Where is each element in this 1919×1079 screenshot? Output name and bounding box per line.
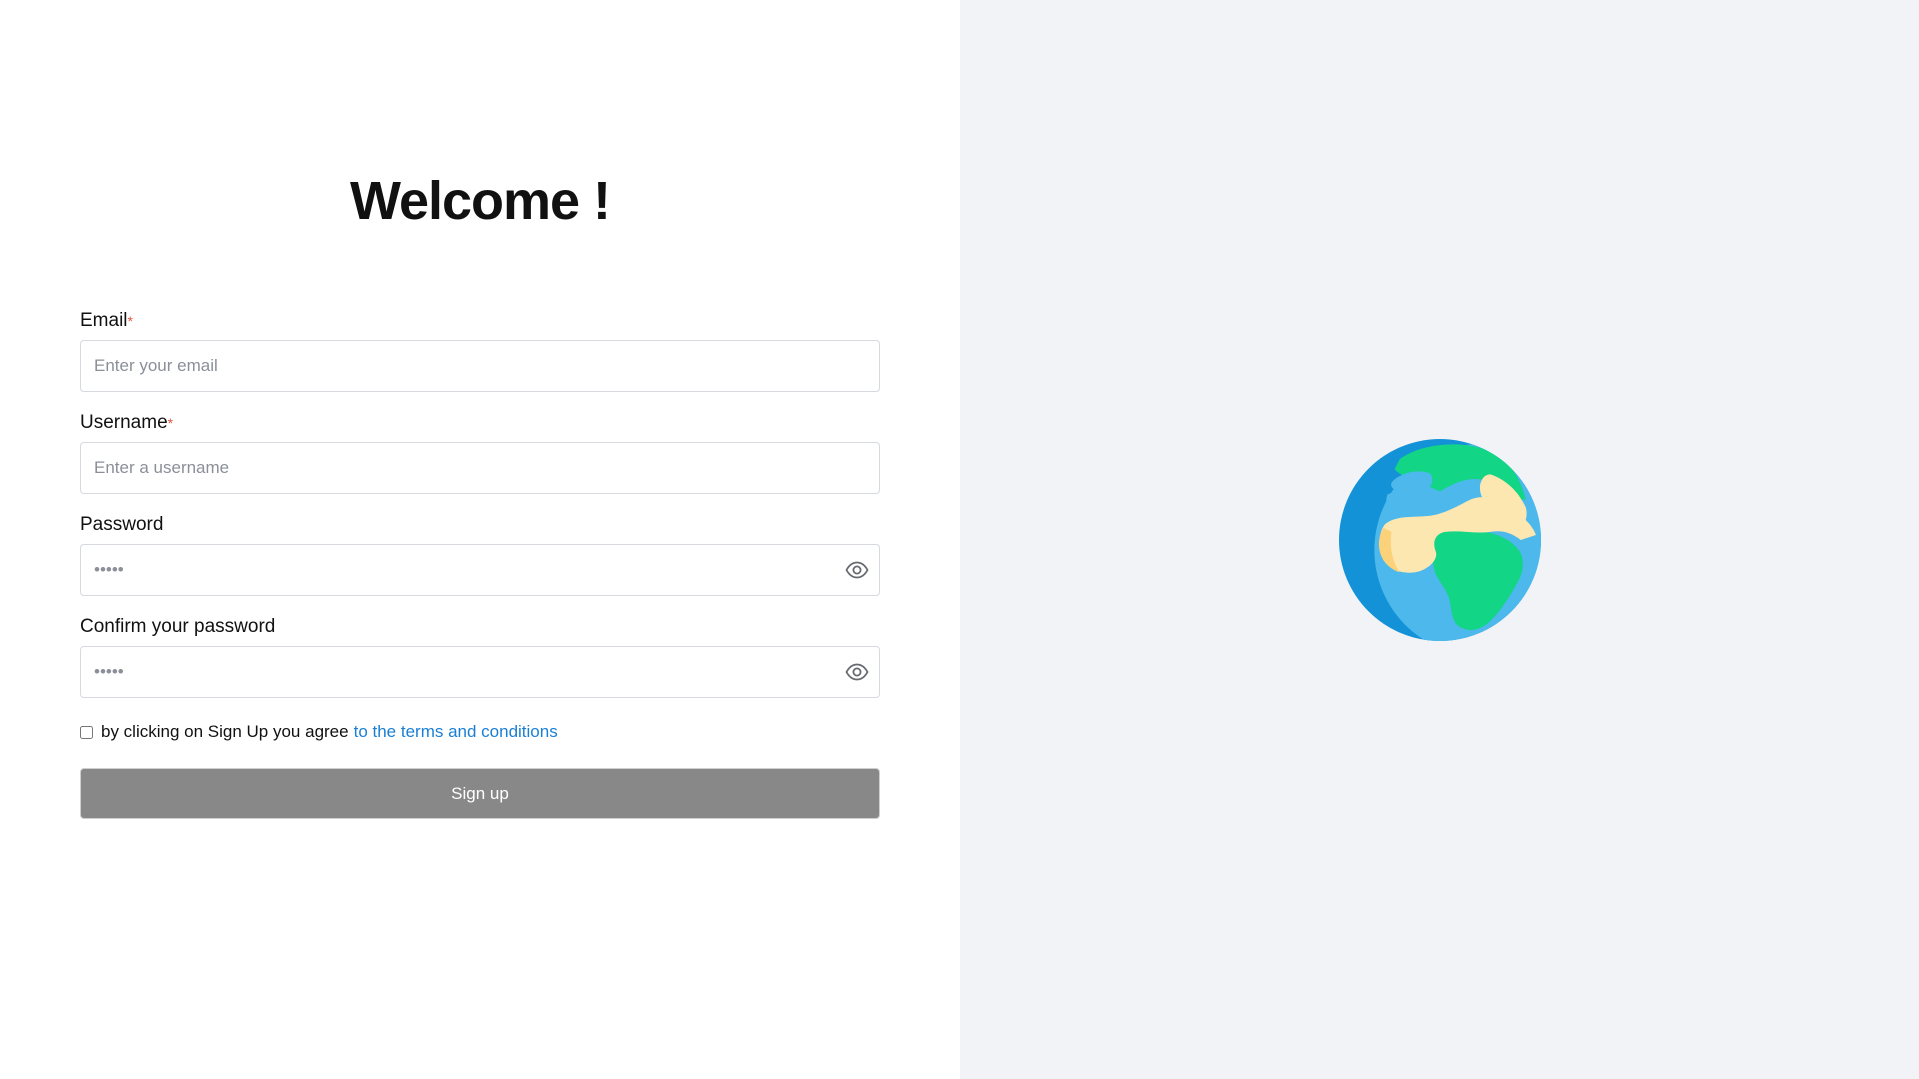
password-field-group: Password — [80, 514, 880, 596]
username-label-text: Username — [80, 412, 168, 433]
signup-page: Welcome ! Email* Username* Password — [0, 0, 1919, 1079]
password-input-wrapper — [80, 544, 880, 596]
signup-button[interactable]: Sign up — [80, 768, 880, 819]
username-input[interactable] — [80, 442, 880, 494]
email-input-wrapper — [80, 340, 880, 392]
email-field-group: Email* — [80, 310, 880, 392]
username-input-wrapper — [80, 442, 880, 494]
confirm-password-label: Confirm your password — [80, 616, 276, 637]
email-label-text: Email — [80, 310, 128, 331]
terms-link[interactable]: to the terms and conditions — [354, 722, 558, 742]
confirm-password-input[interactable] — [80, 646, 880, 698]
password-label: Password — [80, 514, 164, 535]
confirm-password-input-wrapper — [80, 646, 880, 698]
eye-icon[interactable] — [844, 557, 870, 583]
email-label: Email* — [80, 310, 880, 332]
globe-icon — [1339, 439, 1541, 641]
terms-row: by clicking on Sign Up you agree to the … — [80, 718, 880, 746]
email-input[interactable] — [80, 340, 880, 392]
terms-checkbox[interactable] — [80, 725, 93, 739]
username-field-group: Username* — [80, 412, 880, 494]
signup-form-panel: Welcome ! Email* Username* Password — [0, 0, 960, 1079]
terms-text: by clicking on Sign Up you agree — [101, 722, 349, 741]
username-label: Username* — [80, 412, 880, 434]
page-title: Welcome ! — [349, 171, 611, 231]
illustration-panel — [960, 0, 1919, 1079]
password-input[interactable] — [80, 544, 880, 596]
confirm-password-field-group: Confirm your password — [80, 616, 880, 698]
username-required-mark: * — [167, 415, 174, 431]
email-required-mark: * — [127, 313, 133, 329]
signup-form: Email* Username* Password — [80, 310, 880, 819]
eye-icon[interactable] — [844, 659, 870, 685]
